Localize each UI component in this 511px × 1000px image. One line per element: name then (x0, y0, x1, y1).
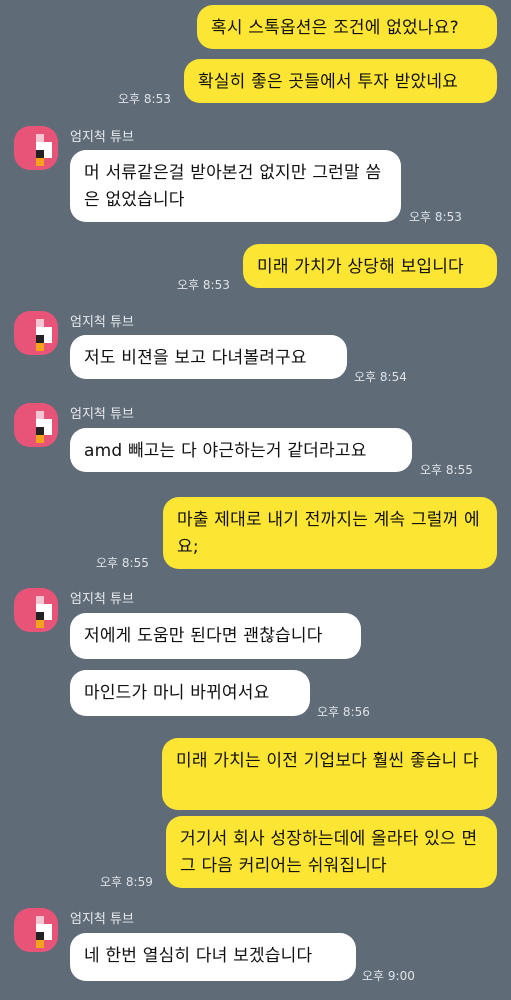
my-message-bubble[interactable]: 거기서 회사 성장하는데에 올라타 있으 면 그 다음 커리어는 쉬워집니다 (166, 816, 497, 888)
pixel-avatar-icon (36, 427, 44, 435)
pixel-avatar-icon (44, 932, 52, 940)
pixel-avatar-icon (36, 596, 44, 604)
sender-avatar[interactable] (14, 908, 58, 952)
message-timestamp: 오후 8:56 (317, 705, 370, 719)
message-timestamp: 오후 8:59 (100, 875, 153, 889)
pixel-avatar-icon (36, 327, 44, 335)
message-timestamp: 오후 8:55 (420, 463, 473, 477)
pixel-avatar-icon (44, 150, 52, 158)
their-message-bubble[interactable]: 머 서류같은걸 받아본건 없지만 그런말 씀은 없었습니다 (70, 150, 401, 222)
pixel-avatar-icon (36, 319, 44, 327)
chat-room[interactable]: 혹시 스톡옵션은 조건에 없었나요? 확실히 좋은 곳들에서 투자 받았네요 오… (0, 0, 511, 1000)
pixel-avatar-icon (36, 620, 44, 628)
message-timestamp: 오후 8:53 (409, 210, 462, 224)
pixel-avatar-icon (44, 427, 52, 435)
message-timestamp: 오후 8:53 (177, 278, 230, 292)
pixel-avatar-icon (44, 419, 52, 427)
pixel-avatar-icon (44, 604, 52, 612)
sender-avatar[interactable] (14, 126, 58, 170)
sender-avatar[interactable] (14, 403, 58, 447)
their-message-bubble[interactable]: 마인드가 마니 바뀌여서요 (70, 670, 310, 716)
pixel-avatar-icon (44, 335, 52, 343)
message-timestamp: 오후 8:55 (96, 556, 149, 570)
pixel-avatar-icon (36, 411, 44, 419)
sender-avatar[interactable] (14, 588, 58, 632)
pixel-avatar-icon (36, 940, 44, 948)
pixel-avatar-icon (36, 924, 44, 932)
message-timestamp: 오후 8:54 (354, 370, 407, 384)
pixel-avatar-icon (36, 343, 44, 351)
pixel-avatar-icon (44, 924, 52, 932)
sender-name: 엄지척 튜브 (70, 130, 134, 145)
pixel-avatar-icon (36, 435, 44, 443)
pixel-avatar-icon (36, 335, 44, 343)
pixel-avatar-icon (36, 916, 44, 924)
message-timestamp: 오후 8:53 (118, 92, 171, 106)
their-message-bubble[interactable]: amd 빼고는 다 야근하는거 같더라고요 (70, 428, 412, 472)
pixel-avatar-icon (36, 604, 44, 612)
sender-name: 엄지척 튜브 (70, 407, 134, 422)
sender-avatar[interactable] (14, 311, 58, 355)
message-timestamp: 오후 9:00 (362, 969, 415, 983)
pixel-avatar-icon (44, 612, 52, 620)
my-message-bubble[interactable]: 확실히 좋은 곳들에서 투자 받았네요 (184, 59, 497, 103)
sender-name: 엄지척 튜브 (70, 315, 134, 330)
pixel-avatar-icon (36, 932, 44, 940)
my-message-bubble[interactable]: 마출 제대로 내기 전까지는 계속 그럴꺼 에요; (163, 497, 497, 569)
pixel-avatar-icon (36, 419, 44, 427)
sender-name: 엄지척 튜브 (70, 912, 134, 927)
pixel-avatar-icon (36, 158, 44, 166)
pixel-avatar-icon (36, 134, 44, 142)
my-message-bubble[interactable]: 미래 가치가 상당해 보입니다 (243, 244, 497, 288)
pixel-avatar-icon (36, 150, 44, 158)
their-message-bubble[interactable]: 네 한번 열심히 다녀 보겠습니다 (70, 933, 356, 981)
their-message-bubble[interactable]: 저에게 도움만 된다면 괜찮습니다 (70, 613, 361, 659)
pixel-avatar-icon (36, 612, 44, 620)
my-message-bubble[interactable]: 미래 가치는 이전 기업보다 훨씬 좋습니 다 (162, 738, 497, 810)
sender-name: 엄지척 튜브 (70, 592, 134, 607)
pixel-avatar-icon (36, 142, 44, 150)
their-message-bubble[interactable]: 저도 비젼을 보고 다녀볼려구요 (70, 335, 347, 379)
my-message-bubble[interactable]: 혹시 스톡옵션은 조건에 없었나요? (197, 5, 497, 49)
pixel-avatar-icon (44, 142, 52, 150)
pixel-avatar-icon (44, 327, 52, 335)
